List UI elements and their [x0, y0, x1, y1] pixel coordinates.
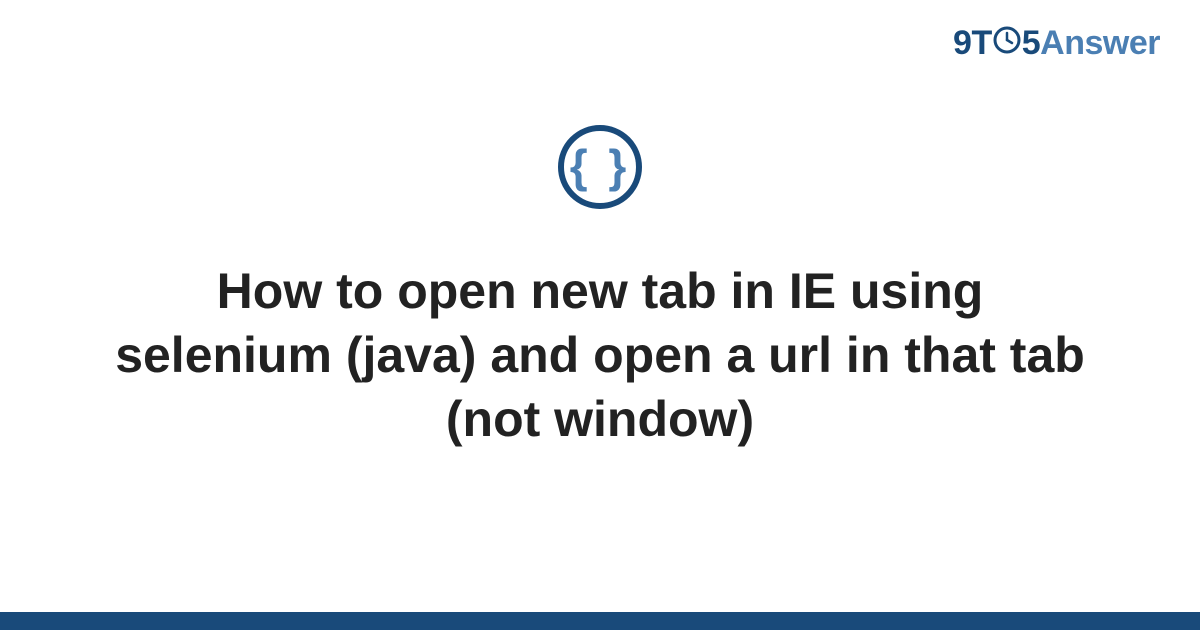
logo-clock-icon	[993, 24, 1021, 63]
code-braces-icon: { }	[570, 143, 631, 189]
site-logo: 9T5Answer	[953, 24, 1160, 65]
logo-five: 5	[1022, 24, 1040, 62]
question-title: How to open new tab in IE using selenium…	[110, 259, 1090, 451]
main-content: { } How to open new tab in IE using sele…	[0, 125, 1200, 451]
logo-t: T	[971, 24, 991, 62]
logo-answer: Answer	[1040, 24, 1160, 62]
footer-bar	[0, 612, 1200, 630]
logo-nine: 9	[953, 24, 971, 62]
category-icon-circle: { }	[558, 125, 642, 209]
